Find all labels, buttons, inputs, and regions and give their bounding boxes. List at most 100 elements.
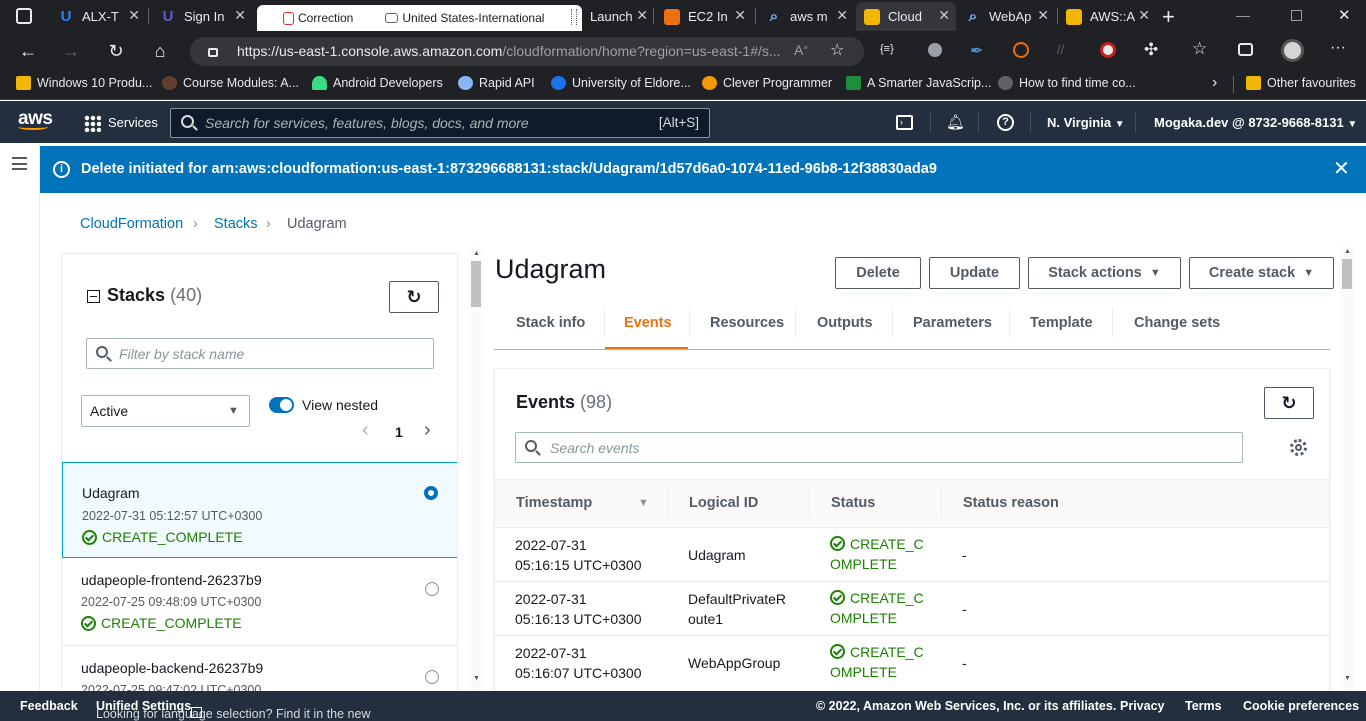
close-tab-icon[interactable]: ✕ — [128, 7, 140, 24]
dismiss-flash-icon[interactable]: ✕ — [1333, 156, 1350, 181]
table-settings-gear-icon[interactable] — [1290, 439, 1307, 456]
tab-resources[interactable]: Resources — [710, 315, 784, 331]
close-tab-icon[interactable]: ✕ — [1138, 7, 1150, 24]
close-tab-icon[interactable]: ✕ — [836, 7, 848, 24]
extension-orange-icon[interactable] — [1013, 42, 1029, 58]
add-favourite-icon[interactable]: ☆ — [830, 40, 844, 60]
new-tab-icon[interactable]: + — [1162, 4, 1175, 30]
sort-desc-icon[interactable]: ▼ — [638, 497, 649, 509]
prev-page-icon[interactable]: ‹ — [362, 419, 369, 442]
forward-icon[interactable]: → — [61, 41, 81, 61]
back-icon[interactable]: ← — [18, 41, 38, 61]
help-icon[interactable]: ? — [997, 114, 1014, 131]
col-timestamp[interactable]: Timestamp — [516, 495, 592, 511]
feedback-link[interactable]: Feedback — [20, 699, 78, 713]
bookmark-find-time[interactable]: How to find time co... — [998, 76, 1136, 90]
browser-tab-6[interactable]: ⌕ aws m ✕ — [758, 2, 854, 31]
services-menu[interactable]: Services — [108, 115, 158, 130]
stack-radio[interactable] — [425, 670, 439, 684]
bookmark-android-developers[interactable]: Android Developers — [312, 76, 443, 90]
browser-tab-5[interactable]: EC2 In ✕ — [656, 2, 752, 31]
extensions-puzzle-icon[interactable]: ✣ — [1144, 40, 1158, 60]
tab-template[interactable]: Template — [1030, 315, 1093, 331]
bookmark-course-modules[interactable]: Course Modules: A... — [162, 76, 299, 90]
maximize-icon[interactable] — [1291, 10, 1302, 21]
col-status-reason[interactable]: Status reason — [963, 495, 1059, 511]
bookmark-other-favourites[interactable]: Other favourites — [1246, 76, 1356, 90]
bookmark-clever-programmer[interactable]: Clever Programmer — [702, 76, 832, 90]
aws-search-input[interactable]: Search for services, features, blogs, do… — [170, 108, 710, 138]
browser-tab-2[interactable]: U Sign In ✕ — [152, 2, 252, 31]
bookmarks-overflow-icon[interactable]: › — [1212, 74, 1217, 92]
lock-icon[interactable] — [208, 48, 218, 57]
browser-tab-active[interactable]: Correction United States-International — [257, 5, 582, 31]
col-logical-id[interactable]: Logical ID — [689, 495, 758, 511]
extension-code-icon[interactable]: {≡} — [880, 43, 894, 55]
next-page-icon[interactable]: › — [424, 419, 431, 442]
bookmark-windows10[interactable]: Windows 10 Produ... — [16, 76, 152, 90]
main-scrollbar[interactable]: ▲ ▼ — [1340, 247, 1354, 691]
delete-button[interactable]: Delete — [835, 257, 921, 289]
aws-logo[interactable]: aws — [18, 108, 53, 130]
close-tab-icon[interactable]: ✕ — [1037, 7, 1049, 24]
tab-outputs[interactable]: Outputs — [817, 315, 873, 331]
refresh-events-button[interactable]: ↻ — [1264, 387, 1314, 419]
url-bar[interactable]: https://us-east-1.console.aws.amazon.com… — [190, 37, 864, 66]
tab-events[interactable]: Events — [624, 315, 672, 331]
browser-tab-4[interactable]: Launch ✕ — [582, 2, 650, 31]
browser-tab-9[interactable]: AWS::A ✕ — [1058, 2, 1156, 31]
stack-radio-selected[interactable] — [424, 486, 438, 500]
terms-link[interactable]: Terms — [1185, 699, 1222, 713]
tab-parameters[interactable]: Parameters — [913, 315, 992, 331]
close-window-icon[interactable]: ✕ — [1338, 6, 1351, 24]
stack-list-item[interactable]: udapeople-frontend-26237b9 2022-07-25 09… — [62, 558, 457, 646]
breadcrumb-stacks[interactable]: Stacks — [214, 216, 258, 232]
extension-block-icon[interactable] — [1100, 42, 1116, 58]
region-selector[interactable]: N. Virginia ▼ — [1047, 115, 1125, 130]
browser-tab-7[interactable]: Cloud ✕ — [856, 2, 956, 31]
stack-list-item[interactable]: Udagram 2022-07-31 05:12:57 UTC+0300 CRE… — [62, 462, 457, 558]
search-events-input[interactable]: Search events — [515, 432, 1243, 463]
close-tab-icon[interactable]: ✕ — [636, 7, 648, 24]
close-tab-icon[interactable]: ✕ — [234, 7, 246, 24]
browser-tab-8[interactable]: ⌕ WebAp ✕ — [957, 2, 1055, 31]
view-nested-toggle[interactable] — [269, 397, 294, 413]
services-grid-icon[interactable] — [84, 115, 101, 132]
create-stack-button[interactable]: Create stack ▼ — [1189, 257, 1334, 289]
favourites-icon[interactable]: ☆ — [1192, 39, 1207, 59]
notifications-bell-icon[interactable]: 🔔︎ — [946, 113, 965, 131]
col-status[interactable]: Status — [831, 495, 875, 511]
hamburger-menu-icon[interactable] — [12, 157, 27, 170]
bookmark-smarter-javascript[interactable]: A Smarter JavaScrip... — [846, 76, 991, 90]
collapse-panel-icon[interactable] — [87, 290, 100, 303]
collections-icon[interactable] — [1238, 43, 1253, 56]
account-menu[interactable]: Mogaka.dev @ 8732-9668-8131 ▼ — [1154, 115, 1357, 130]
filter-stacks-input[interactable]: Filter by stack name — [86, 338, 434, 369]
cookie-preferences-link[interactable]: Cookie preferences — [1243, 699, 1359, 713]
close-tab-icon[interactable]: ✕ — [938, 7, 950, 24]
tab-actions-icon[interactable] — [16, 8, 32, 24]
stack-actions-button[interactable]: Stack actions ▼ — [1028, 257, 1181, 289]
page-number[interactable]: 1 — [395, 424, 403, 440]
browser-tab-1[interactable]: U ALX-T ✕ — [50, 2, 146, 31]
status-filter-select[interactable]: Active ▼ — [81, 395, 250, 427]
extension-feather-icon[interactable]: ✒ — [970, 41, 983, 61]
refresh-stacks-button[interactable]: ↻ — [389, 281, 439, 313]
profile-avatar-icon[interactable] — [1281, 39, 1304, 62]
stack-list-item[interactable]: udapeople-backend-26237b9 2022-07-25 09:… — [62, 646, 457, 693]
cloudshell-icon[interactable]: › — [896, 115, 913, 130]
home-icon[interactable]: ⌂ — [150, 41, 170, 61]
update-button[interactable]: Update — [929, 257, 1020, 289]
bookmark-rapid-api[interactable]: Rapid API — [458, 76, 535, 90]
refresh-icon[interactable]: ↻ — [106, 41, 126, 61]
stack-radio[interactable] — [425, 582, 439, 596]
privacy-link[interactable]: Privacy — [1120, 699, 1164, 713]
extension-faded-icon[interactable]: // — [1057, 42, 1064, 57]
breadcrumb-cloudformation[interactable]: CloudFormation — [80, 216, 183, 232]
tab-stack-info[interactable]: Stack info — [516, 315, 585, 331]
minimize-icon[interactable]: — — [1236, 7, 1250, 23]
close-tab-icon[interactable]: ✕ — [734, 7, 746, 24]
more-menu-icon[interactable]: ··· — [1330, 39, 1346, 57]
read-aloud-icon[interactable]: A» — [794, 42, 808, 58]
tab-change-sets[interactable]: Change sets — [1134, 315, 1220, 331]
